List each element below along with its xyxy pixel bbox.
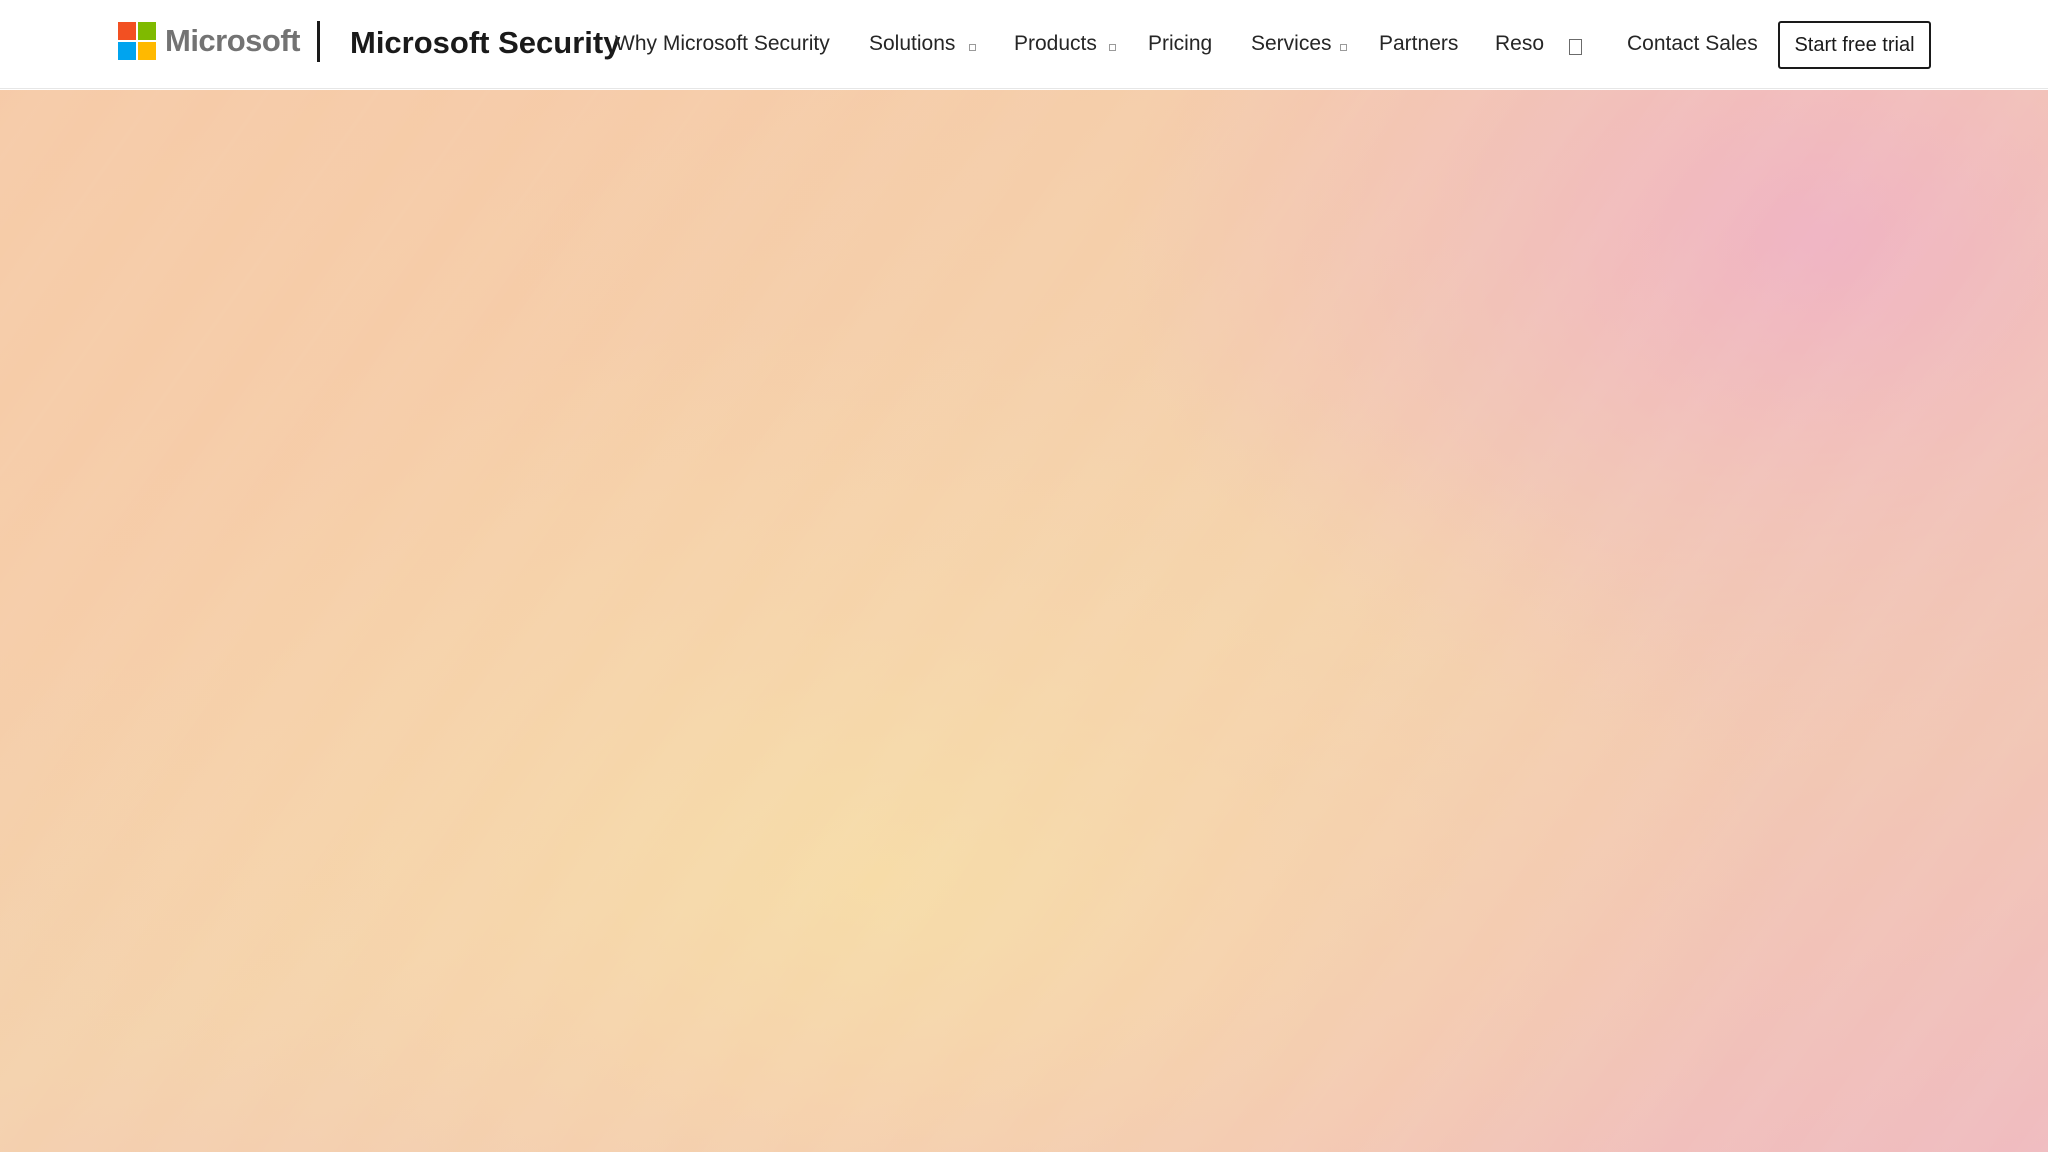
nav-resources[interactable]: Reso xyxy=(1495,31,1544,57)
nav-contact-sales[interactable]: Contact Sales xyxy=(1627,31,1758,57)
nav-pricing[interactable]: Pricing xyxy=(1148,31,1212,57)
logo-square-yellow xyxy=(138,42,156,60)
nav-partners[interactable]: Partners xyxy=(1379,31,1458,57)
page: Microsoft Microsoft Security Why Microso… xyxy=(0,0,2048,1152)
nav-why-microsoft-security[interactable]: Why Microsoft Security xyxy=(615,31,830,57)
chevron-down-icon[interactable] xyxy=(969,44,976,51)
hero-gradient-background xyxy=(0,90,2048,1152)
top-navigation: Microsoft Microsoft Security Why Microso… xyxy=(0,0,2048,89)
nav-solutions[interactable]: Solutions xyxy=(869,31,955,57)
product-home-link[interactable]: Microsoft Security xyxy=(350,24,620,62)
chevron-down-icon[interactable] xyxy=(1109,44,1116,51)
nav-services[interactable]: Services xyxy=(1251,31,1332,57)
logo-square-blue xyxy=(118,42,136,60)
microsoft-wordmark: Microsoft xyxy=(165,23,301,58)
start-free-trial-button[interactable]: Start free trial xyxy=(1778,21,1931,69)
nav-products[interactable]: Products xyxy=(1014,31,1097,57)
logo-square-red xyxy=(118,22,136,40)
overflow-box-icon[interactable] xyxy=(1569,39,1582,55)
brand-divider xyxy=(317,21,320,62)
chevron-down-icon[interactable] xyxy=(1340,44,1347,51)
microsoft-logo-icon xyxy=(118,22,156,60)
hero-sheen-overlay xyxy=(0,90,2048,1152)
microsoft-logo-link[interactable]: Microsoft xyxy=(118,21,301,61)
logo-square-green xyxy=(138,22,156,40)
